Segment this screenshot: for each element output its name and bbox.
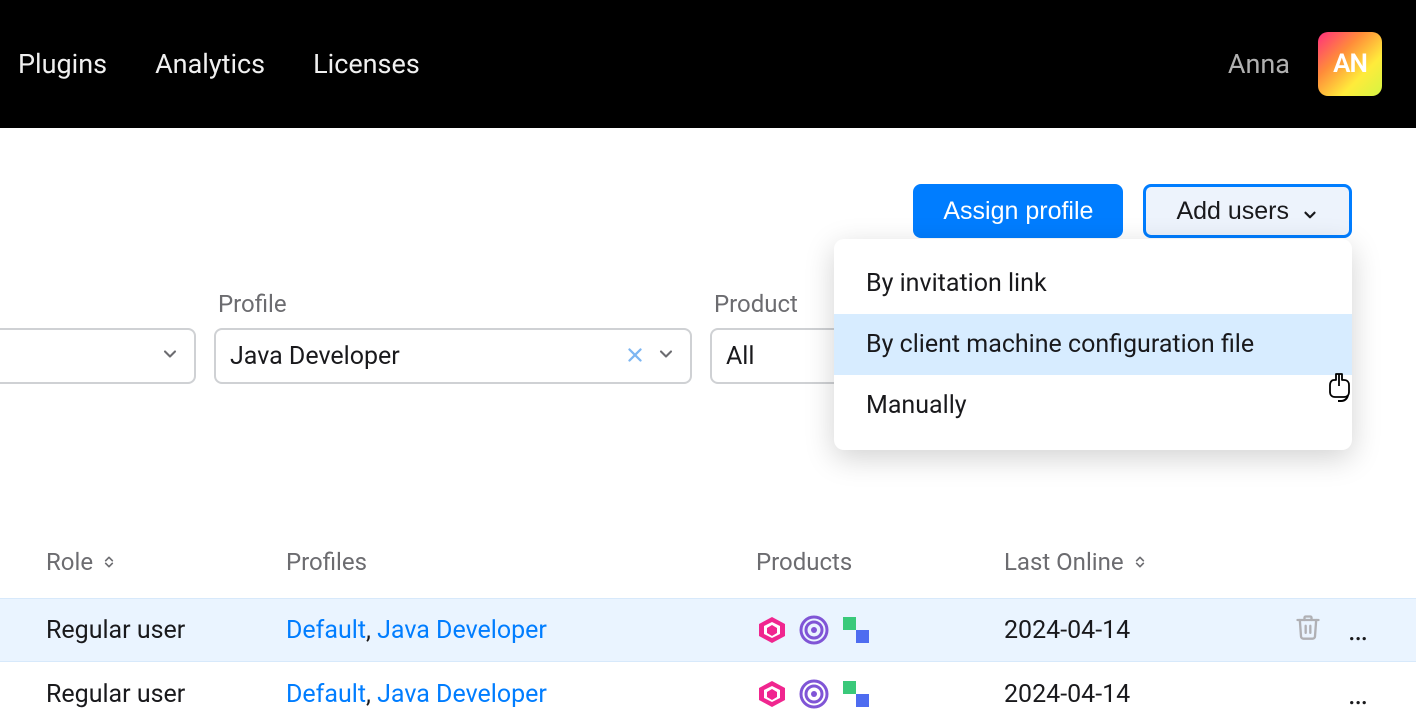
chevron-down-icon — [160, 342, 180, 371]
th-products[interactable]: Products — [756, 548, 1004, 576]
product-icon-blocks — [840, 678, 872, 710]
more-icon[interactable]: … — [1348, 677, 1370, 712]
th-products-label: Products — [756, 548, 852, 576]
profile-link-java[interactable]: Java Developer — [377, 680, 547, 709]
product-icon-magenta — [756, 614, 788, 646]
cell-role: Regular user — [46, 680, 286, 709]
chevron-down-icon — [1301, 202, 1319, 220]
chevron-down-icon — [656, 342, 676, 371]
add-users-button[interactable]: Add users — [1143, 184, 1352, 238]
cell-profiles: Default, Java Developer — [286, 616, 756, 645]
filter-profile-label: Profile — [218, 290, 692, 318]
sort-icon — [101, 554, 117, 570]
th-profiles-label: Profiles — [286, 548, 367, 576]
filter-unknown — [0, 290, 196, 384]
nav-analytics[interactable]: Analytics — [155, 48, 265, 80]
product-icon-spiral — [798, 614, 830, 646]
sort-icon — [1132, 554, 1148, 570]
nav-plugins[interactable]: Plugins — [18, 48, 107, 80]
app-header: Plugins Analytics Licenses Anna AN — [0, 0, 1416, 128]
filter-profile-value: Java Developer — [230, 342, 400, 371]
assign-profile-button[interactable]: Assign profile — [913, 184, 1123, 238]
th-last-online[interactable]: Last Online — [1004, 548, 1264, 576]
nav-licenses[interactable]: Licenses — [313, 48, 420, 80]
profile-link-default[interactable]: Default — [286, 616, 366, 645]
cell-role: Regular user — [46, 616, 286, 645]
filter-product-value: All — [726, 342, 754, 371]
th-role[interactable]: Role — [46, 548, 286, 576]
filter-profile-group: Profile Java Developer — [214, 290, 692, 384]
avatar[interactable]: AN — [1318, 32, 1382, 96]
row-actions: … — [1264, 677, 1370, 712]
product-icon-magenta — [756, 678, 788, 710]
trash-icon[interactable] — [1294, 613, 1322, 648]
dropdown-item-invitation[interactable]: By invitation link — [834, 253, 1352, 314]
dropdown-item-manually[interactable]: Manually — [834, 375, 1352, 436]
assign-profile-label: Assign profile — [943, 197, 1093, 226]
dropdown-item-config-file[interactable]: By client machine configuration file — [834, 314, 1352, 375]
filter-profile-select[interactable]: Java Developer — [214, 328, 692, 384]
filter-label-blank — [0, 290, 196, 318]
toolbar: Assign profile Add users — [913, 184, 1352, 238]
user-area: Anna AN — [1228, 32, 1382, 96]
table-header: Role Profiles Products Last Online — [0, 548, 1416, 576]
more-icon[interactable]: … — [1348, 613, 1370, 648]
product-icon-spiral — [798, 678, 830, 710]
product-icon-blocks — [840, 614, 872, 646]
nav-bar: Plugins Analytics Licenses — [18, 48, 420, 80]
add-users-label: Add users — [1176, 197, 1289, 226]
table-row[interactable]: Regular user Default, Java Developer 202… — [0, 598, 1416, 662]
profile-link-default[interactable]: Default — [286, 680, 366, 709]
profile-link-java[interactable]: Java Developer — [377, 616, 547, 645]
cell-last-online: 2024-04-14 — [1004, 616, 1264, 645]
th-role-label: Role — [46, 548, 93, 576]
add-users-dropdown: By invitation link By client machine con… — [834, 239, 1352, 450]
cell-last-online: 2024-04-14 — [1004, 680, 1264, 709]
user-name-label[interactable]: Anna — [1228, 48, 1290, 80]
cell-profiles: Default, Java Developer — [286, 680, 756, 709]
th-last-label: Last Online — [1004, 548, 1124, 576]
clear-icon[interactable] — [620, 340, 650, 373]
cell-products — [756, 678, 1004, 710]
table-row[interactable]: Regular user Default, Java Developer 202… — [0, 662, 1416, 726]
users-table: Role Profiles Products Last Online Regul… — [0, 548, 1416, 726]
filter-select-left[interactable] — [0, 328, 196, 384]
row-actions: … — [1264, 613, 1370, 648]
th-profiles[interactable]: Profiles — [286, 548, 756, 576]
cell-products — [756, 614, 1004, 646]
